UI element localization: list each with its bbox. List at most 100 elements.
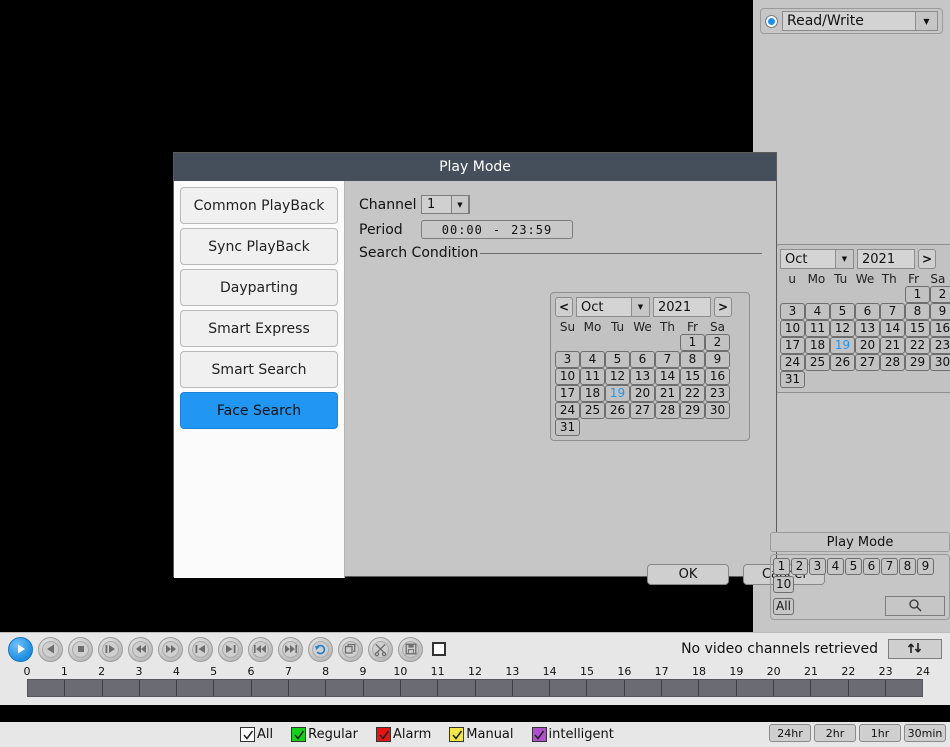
range-button-1hr[interactable]: 1hr	[859, 724, 901, 742]
calendar-day-cell[interactable]: 3	[555, 351, 580, 368]
timeline-segment[interactable]	[252, 680, 289, 696]
channel-button[interactable]: 3	[809, 558, 826, 575]
calendar-prev-month-button[interactable]: <	[555, 297, 573, 317]
range-button-30min[interactable]: 30min	[904, 724, 946, 742]
timeline-segment[interactable]	[401, 680, 438, 696]
legend-item[interactable]: All	[240, 727, 273, 742]
calendar-month-dropdown[interactable]: Oct ▼	[780, 249, 854, 269]
calendar-day-cell[interactable]: 3	[780, 303, 805, 320]
range-button-24hr[interactable]: 24hr	[769, 724, 811, 742]
calendar-day-cell[interactable]: 25	[580, 402, 605, 419]
channel-button[interactable]: 5	[845, 558, 862, 575]
calendar-day-cell[interactable]: 13	[855, 320, 880, 337]
calendar-day-cell[interactable]: 24	[780, 354, 805, 371]
calendar-day-cell[interactable]: 22	[905, 337, 930, 354]
storage-mode-dropdown[interactable]: Read/Write ▼	[782, 11, 938, 31]
calendar-day-cell[interactable]: 20	[855, 337, 880, 354]
calendar-day-cell[interactable]: 30	[705, 402, 730, 419]
calendar-day-cell[interactable]: 20	[630, 385, 655, 402]
calendar-day-cell[interactable]: 17	[555, 385, 580, 402]
checkbox-checked-icon[interactable]	[449, 727, 464, 742]
calendar-day-cell[interactable]: 28	[880, 354, 905, 371]
calendar-day-cell[interactable]: 1	[680, 334, 705, 351]
calendar-day-cell[interactable]: 2	[930, 286, 950, 303]
fullscreen-checkbox[interactable]	[432, 642, 446, 656]
timeline-segment[interactable]	[214, 680, 251, 696]
chevron-down-icon[interactable]: ▼	[915, 12, 937, 30]
calendar-day-cell[interactable]: 11	[805, 320, 830, 337]
channel-button-grid[interactable]: 12345678910	[773, 558, 949, 593]
timeline-ruler[interactable]: 0123456789101112131415161718192021222324	[0, 665, 950, 705]
calendar-day-cell[interactable]: 17	[780, 337, 805, 354]
calendar-day-cell[interactable]: 28	[655, 402, 680, 419]
fast-forward-button[interactable]	[158, 637, 183, 662]
channel-sort-button[interactable]	[888, 639, 942, 659]
loop-button[interactable]	[308, 637, 333, 662]
timeline-segment[interactable]	[699, 680, 736, 696]
timeline-segment[interactable]	[364, 680, 401, 696]
calendar-day-cell[interactable]: 14	[655, 368, 680, 385]
channel-dropdown[interactable]: 1 ▼	[421, 195, 470, 214]
timeline-segment[interactable]	[774, 680, 811, 696]
timeline-segment[interactable]	[625, 680, 662, 696]
calendar-year-field[interactable]: 2021	[857, 249, 915, 269]
calendar-day-cell[interactable]: 21	[655, 385, 680, 402]
checkbox-checked-icon[interactable]	[376, 727, 391, 742]
calendar-day-cell[interactable]: 14	[880, 320, 905, 337]
play-button[interactable]	[8, 637, 33, 662]
slow-play-button[interactable]	[98, 637, 123, 662]
timeline-segment[interactable]	[177, 680, 214, 696]
calendar-day-cell[interactable]: 11	[580, 368, 605, 385]
save-button[interactable]	[398, 637, 423, 662]
clip-button[interactable]	[368, 637, 393, 662]
legend-item[interactable]: Regular	[291, 727, 358, 742]
calendar-day-cell[interactable]: 2	[705, 334, 730, 351]
calendar-day-cell[interactable]: 8	[680, 351, 705, 368]
calendar-month-dropdown[interactable]: Oct ▼	[576, 297, 650, 317]
timeline-segment[interactable]	[103, 680, 140, 696]
calendar-day-cell[interactable]: 16	[705, 368, 730, 385]
calendar-next-month-button[interactable]: >	[918, 249, 936, 269]
calendar-day-cell[interactable]: 10	[780, 320, 805, 337]
calendar-day-cell[interactable]: 13	[630, 368, 655, 385]
calendar-day-grid[interactable]: 1234567891011121314151617181920212223242…	[780, 286, 950, 388]
checkbox-checked-icon[interactable]	[240, 727, 255, 742]
legend-item[interactable]: Manual	[449, 727, 513, 742]
sidebar-item-sync-playback[interactable]: Sync PlayBack	[180, 228, 338, 265]
calendar-day-cell[interactable]: 5	[605, 351, 630, 368]
sidebar-item-smart-express[interactable]: Smart Express	[180, 310, 338, 347]
calendar-day-cell[interactable]: 4	[805, 303, 830, 320]
calendar-day-cell[interactable]: 21	[880, 337, 905, 354]
radio-selected-icon[interactable]	[765, 15, 778, 28]
calendar-day-cell[interactable]: 23	[705, 385, 730, 402]
channel-button[interactable]: 1	[773, 558, 790, 575]
calendar-day-cell[interactable]: 25	[805, 354, 830, 371]
calendar-day-cell[interactable]: 6	[630, 351, 655, 368]
range-button-2hr[interactable]: 2hr	[814, 724, 856, 742]
channel-button[interactable]: 10	[773, 576, 794, 593]
sidebar-item-dayparting[interactable]: Dayparting	[180, 269, 338, 306]
calendar-day-cell[interactable]: 19	[830, 337, 855, 354]
calendar-day-cell[interactable]: 23	[930, 337, 950, 354]
calendar-day-cell[interactable]: 7	[655, 351, 680, 368]
sidebar-item-common-playback[interactable]: Common PlayBack	[180, 187, 338, 224]
all-channels-button[interactable]: All	[773, 598, 794, 615]
timeline-segment[interactable]	[289, 680, 326, 696]
timeline-segment[interactable]	[140, 680, 177, 696]
legend-item[interactable]: intelligent	[532, 727, 614, 742]
calendar-day-cell[interactable]: 26	[605, 402, 630, 419]
legend-item[interactable]: Alarm	[376, 727, 431, 742]
calendar-day-cell[interactable]: 12	[605, 368, 630, 385]
calendar-day-cell[interactable]: 16	[930, 320, 950, 337]
timeline-segment[interactable]	[662, 680, 699, 696]
stop-button[interactable]	[68, 637, 93, 662]
timeline-segment[interactable]	[513, 680, 550, 696]
channel-button[interactable]: 6	[863, 558, 880, 575]
search-calendar[interactable]: < Oct ▼ 2021 > SuMoTuWeThFrSa 1234567891…	[550, 292, 750, 441]
channel-button[interactable]: 8	[899, 558, 916, 575]
sidebar-item-smart-search[interactable]: Smart Search	[180, 351, 338, 388]
timeline-track[interactable]	[27, 679, 923, 697]
timeline-segment[interactable]	[28, 680, 65, 696]
calendar-day-cell[interactable]: 29	[905, 354, 930, 371]
channel-button[interactable]: 4	[827, 558, 844, 575]
